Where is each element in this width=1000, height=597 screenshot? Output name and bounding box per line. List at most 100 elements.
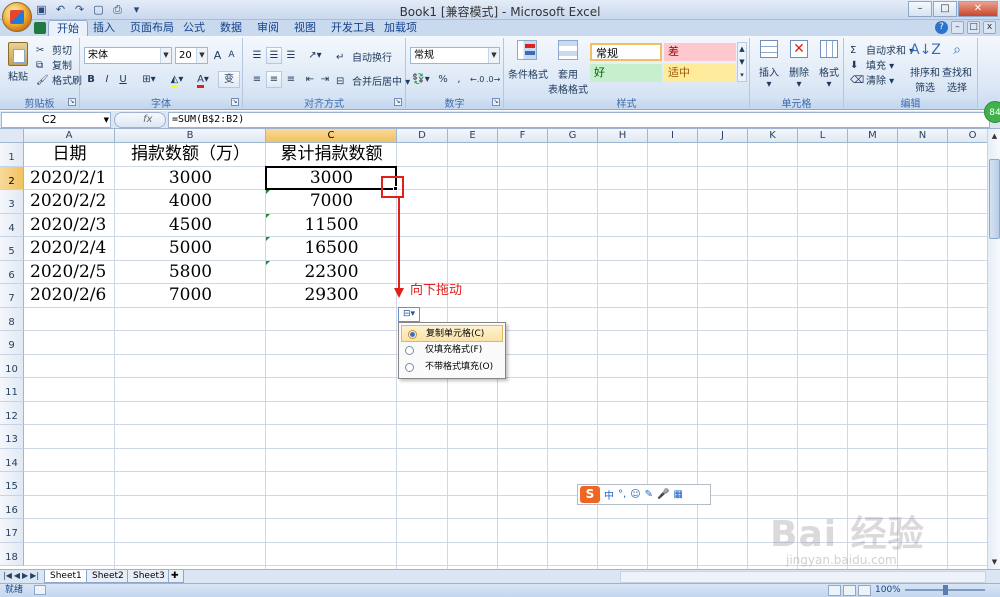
insert-function-button[interactable]: fx — [114, 112, 166, 128]
next-sheet-icon[interactable]: ▶ — [22, 571, 28, 580]
style-normal[interactable]: 常规 — [590, 43, 662, 61]
autosum-button[interactable]: Σ 自动求和 ▾ — [850, 42, 914, 57]
cut-button[interactable]: ✂ 剪切 — [36, 42, 72, 57]
column-header-b[interactable]: B — [115, 129, 266, 143]
font-name-select[interactable]: 宋体 ▼ — [84, 47, 172, 64]
column-header-g[interactable]: G — [548, 129, 598, 143]
align-right-button[interactable]: ≡ — [283, 71, 299, 88]
row-header-6[interactable]: 6 — [0, 260, 24, 284]
formula-warning-indicator-icon[interactable] — [266, 260, 270, 265]
cell-b7[interactable]: 7000 — [115, 284, 266, 306]
column-header-m[interactable]: M — [848, 129, 898, 143]
tab-add-ins[interactable]: 加载项 — [376, 20, 425, 36]
accounting-format-button[interactable]: 💱▾ — [410, 71, 432, 88]
ribbon-restore-icon[interactable]: □ — [967, 21, 980, 34]
style-bad[interactable]: 差 — [664, 43, 736, 61]
office-button[interactable] — [2, 2, 32, 32]
row-header-12[interactable]: 12 — [0, 401, 24, 425]
row-header-13[interactable]: 13 — [0, 425, 24, 449]
decrease-indent-button[interactable]: ⇤ — [303, 71, 317, 88]
page-layout-view-icon[interactable] — [843, 585, 856, 596]
insert-sheet-icon[interactable]: ✚ — [168, 570, 184, 583]
tab-data[interactable]: 数据 — [212, 20, 250, 36]
column-header-c[interactable]: C — [266, 129, 397, 143]
cell-b4[interactable]: 4500 — [115, 214, 266, 236]
tab-page-layout[interactable]: 页面布局 — [122, 20, 182, 36]
align-top-button[interactable]: ☰ — [249, 47, 265, 64]
wrap-text-button[interactable]: ↵ 自动换行 — [336, 49, 392, 64]
row-header-18[interactable]: 18 — [0, 542, 24, 566]
minimize-button[interactable]: – — [908, 1, 932, 17]
close-button[interactable]: ✕ — [958, 1, 998, 17]
cell-a7[interactable]: 2020/2/6 — [30, 284, 115, 306]
underline-button[interactable]: U — [116, 71, 130, 88]
borders-button[interactable]: ⊞▾ — [138, 71, 160, 88]
emoji-icon[interactable]: ☺ — [630, 489, 640, 500]
vertical-scrollbar[interactable]: ▲ ▼ — [987, 129, 1000, 569]
row-header-15[interactable]: 15 — [0, 472, 24, 496]
row-header-7[interactable]: 7 — [0, 284, 24, 308]
align-center-button[interactable]: ≡ — [266, 71, 282, 88]
bold-button[interactable]: B — [84, 71, 98, 88]
styles-gallery-scroll[interactable]: ▲ ▼ ▾ — [737, 42, 747, 82]
column-header-e[interactable]: E — [448, 129, 498, 143]
clipboard-launcher-icon[interactable]: ↘ — [68, 98, 76, 106]
cell-a6[interactable]: 2020/2/5 — [30, 261, 115, 283]
tab-review[interactable]: 审阅 — [249, 20, 287, 36]
horizontal-scrollbar[interactable] — [620, 571, 986, 583]
increase-decimal-button[interactable]: ←.0 — [469, 71, 484, 88]
sort-filter-button[interactable]: A↓Z 排序和 筛选 — [910, 40, 941, 94]
column-header-n[interactable]: N — [898, 129, 948, 143]
autofill-copy-cells[interactable]: 复制单元格(C) — [401, 325, 503, 342]
delete-cells-button[interactable]: ✕ 删除 ▾ — [786, 40, 812, 90]
formula-warning-indicator-icon[interactable] — [266, 190, 270, 194]
column-header-h[interactable]: H — [598, 129, 648, 143]
align-left-button[interactable]: ≡ — [249, 71, 265, 88]
row-header-3[interactable]: 3 — [0, 190, 24, 214]
column-header-k[interactable]: K — [748, 129, 798, 143]
row-header-8[interactable]: 8 — [0, 307, 24, 331]
tab-formulas[interactable]: 公式 — [175, 20, 213, 36]
cell-c4[interactable]: 11500 — [266, 214, 397, 236]
toolbox-icon[interactable]: ▦ — [673, 489, 682, 500]
fill-color-button[interactable]: ◭▾ — [166, 71, 188, 88]
formula-input[interactable]: =SUM(B$2:B2) — [168, 112, 990, 128]
alignment-launcher-icon[interactable]: ↘ — [394, 98, 402, 106]
scroll-thumb[interactable] — [989, 159, 1000, 239]
select-all-corner[interactable] — [0, 129, 24, 143]
style-good[interactable]: 好 — [590, 64, 662, 82]
maximize-button[interactable]: □ — [933, 1, 957, 17]
cell-a4[interactable]: 2020/2/3 — [30, 214, 115, 236]
zoom-slider[interactable] — [905, 585, 985, 595]
cell-c1[interactable]: 累计捐款数额 — [266, 143, 397, 165]
shrink-font-button[interactable]: A — [225, 47, 238, 64]
font-size-select[interactable]: 20 ▼ — [175, 47, 208, 64]
conditional-format-button[interactable]: 条件格式 — [508, 40, 548, 81]
cell-a1[interactable]: 日期 — [24, 143, 115, 165]
cell-b2[interactable]: 3000 — [115, 167, 266, 189]
format-as-table-button[interactable]: 套用 表格格式 — [548, 40, 588, 96]
formula-warning-indicator-icon[interactable] — [266, 237, 270, 241]
tab-insert[interactable]: 插入 — [85, 20, 123, 36]
cell-a2[interactable]: 2020/2/1 — [30, 167, 115, 189]
sheet-tab-sheet3[interactable]: Sheet3 — [127, 570, 171, 583]
merge-center-button[interactable]: ⊟ 合并后居中 ▾ — [336, 73, 410, 88]
macro-record-icon[interactable] — [34, 585, 46, 595]
row-header-2[interactable]: 2 — [0, 166, 24, 190]
copy-button[interactable]: ⧉ 复制 — [36, 57, 72, 72]
row-header-16[interactable]: 16 — [0, 495, 24, 519]
format-painter-button[interactable]: 🖌 格式刷 — [36, 72, 82, 87]
sheet-tab-sheet1[interactable]: Sheet1 — [44, 570, 88, 583]
sheet-tab-sheet2[interactable]: Sheet2 — [86, 570, 130, 583]
paste-button[interactable]: 粘贴 — [6, 42, 30, 86]
ribbon-minimize-icon[interactable]: – — [951, 21, 964, 34]
column-header-f[interactable]: F — [498, 129, 548, 143]
row-header-17[interactable]: 17 — [0, 519, 24, 543]
insert-cells-button[interactable]: 插入 ▾ — [756, 40, 782, 90]
column-header-l[interactable]: L — [798, 129, 848, 143]
font-launcher-icon[interactable]: ↘ — [231, 98, 239, 106]
grow-font-button[interactable]: A — [211, 47, 224, 64]
row-header-1[interactable]: 1 — [0, 143, 24, 167]
orientation-button[interactable]: ↗▾ — [303, 47, 327, 64]
row-header-11[interactable]: 11 — [0, 378, 24, 402]
